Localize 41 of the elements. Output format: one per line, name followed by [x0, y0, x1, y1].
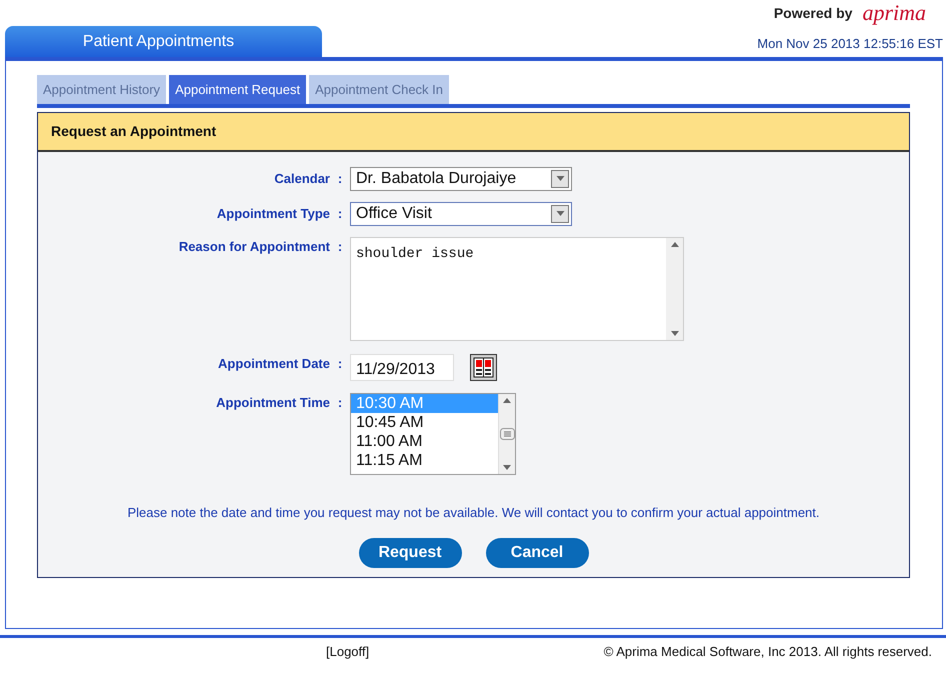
colon: : — [336, 238, 344, 256]
scroll-bar[interactable] — [666, 238, 683, 340]
field-label: Appointment Type — [216, 204, 330, 223]
reason-text-area[interactable]: shoulder issue — [350, 236, 684, 340]
date-field[interactable]: 11/29/2013 — [350, 354, 454, 380]
scroll-bar[interactable] — [498, 394, 515, 474]
logo: aprima — [862, 2, 926, 24]
scroll-up-icon[interactable] — [503, 398, 511, 402]
action-button[interactable]: Cancel — [486, 538, 588, 568]
colon: : — [336, 204, 344, 223]
time-option[interactable]: 11:00 AM — [351, 432, 498, 450]
scroll-thumb[interactable] — [500, 428, 514, 440]
caret-icon[interactable] — [556, 176, 564, 181]
time-option[interactable]: 11:15 AM — [351, 450, 498, 470]
powered-by-text: Powered by — [774, 4, 852, 23]
scroll-down-icon[interactable] — [503, 464, 511, 470]
field-label: Appointment Date — [217, 354, 330, 373]
dropdown-field[interactable]: Dr. Babatola Durojaiye — [350, 166, 572, 190]
page-tab[interactable]: Patient Appointments — [5, 26, 322, 57]
copyright-text: © Aprima Medical Software, Inc 2013. All rights reserved. — [604, 643, 932, 661]
caret-icon[interactable] — [556, 211, 564, 216]
scroll-down-icon[interactable] — [670, 330, 678, 336]
note-text: Please note the date and time you request may not be available. We will contact you to confirm your actual appointment. — [126, 504, 821, 522]
colon: : — [336, 170, 344, 188]
time-option[interactable]: 10:45 AM — [351, 412, 498, 432]
time-list-box[interactable]: 10:30 AM 10:45 AM 11:00 AM 11:15 AM — [350, 392, 516, 474]
calendar-icon[interactable] — [470, 354, 497, 380]
dropdown-field[interactable]: Office Visit — [350, 202, 572, 226]
action-button[interactable]: Request — [358, 538, 462, 568]
dropdown-button[interactable] — [551, 170, 569, 188]
field-label: Reason for Appointment — [178, 238, 330, 256]
field-label: Appointment Time — [215, 394, 330, 412]
tab[interactable]: Appointment Request — [169, 75, 306, 104]
dropdown-button[interactable] — [551, 204, 569, 222]
date-time: Mon Nov 25 2013 12:55:16 EST — [757, 34, 943, 52]
panel-title: Request an Appointment — [38, 112, 909, 152]
colon: : — [336, 394, 344, 412]
colon: : — [336, 354, 344, 372]
field-label: Calendar — [273, 170, 330, 188]
logoff-link[interactable]: [Logoff] — [326, 642, 370, 662]
scroll-up-icon[interactable] — [670, 242, 678, 246]
